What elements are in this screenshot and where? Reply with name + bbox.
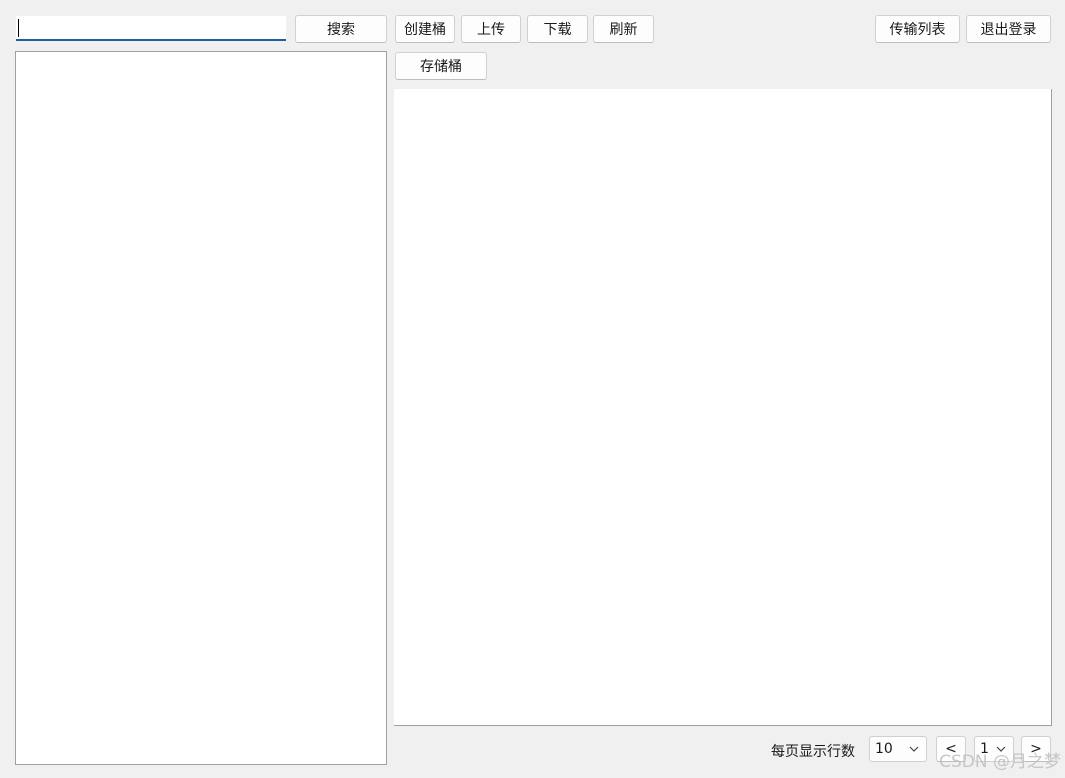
chevron-down-icon [906, 741, 922, 757]
search-input[interactable] [16, 16, 286, 41]
logout-button[interactable]: 退出登录 [966, 15, 1051, 43]
rows-per-page-label: 每页显示行数 [771, 744, 855, 760]
create-bucket-button[interactable]: 创建桶 [395, 15, 455, 43]
rows-per-page-select[interactable]: 10 [869, 736, 927, 762]
watermark: CSDN @月之梦 [939, 752, 1061, 772]
file-list-panel[interactable] [394, 89, 1052, 726]
refresh-button[interactable]: 刷新 [593, 15, 654, 43]
transfer-list-button[interactable]: 传输列表 [875, 15, 960, 43]
text-caret [18, 19, 19, 37]
upload-button[interactable]: 上传 [461, 15, 521, 43]
download-button[interactable]: 下载 [527, 15, 588, 43]
search-button[interactable]: 搜索 [295, 15, 387, 43]
rows-per-page-value: 10 [875, 741, 893, 757]
bucket-tree-panel[interactable] [15, 51, 387, 765]
breadcrumb-storage-bucket[interactable]: 存储桶 [395, 52, 487, 80]
